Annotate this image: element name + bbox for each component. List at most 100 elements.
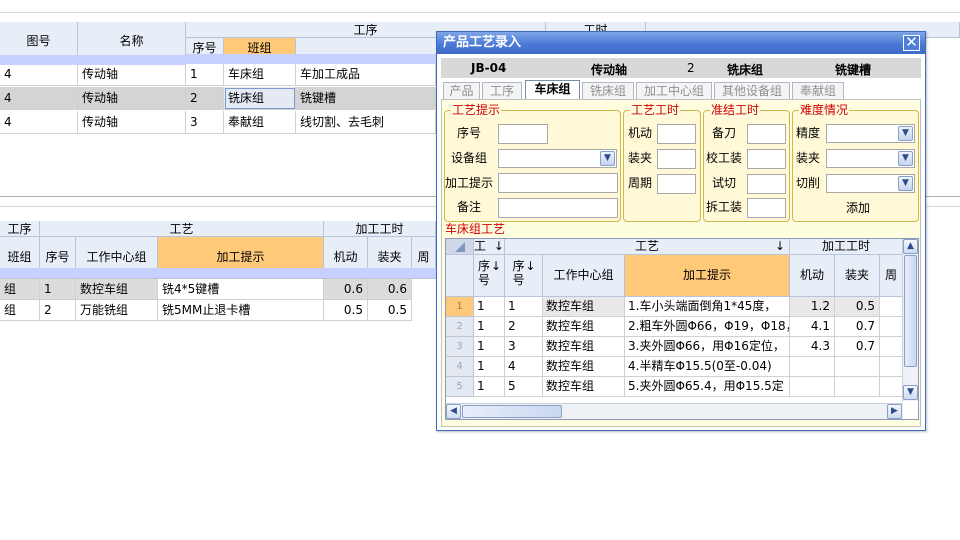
cell-clamp: 0.7 bbox=[835, 317, 880, 337]
cell-team: 组 bbox=[0, 300, 40, 321]
info-drawing: JB-04 bbox=[471, 61, 507, 75]
header-filter-band bbox=[0, 268, 436, 278]
process-hours-group: 工艺工时 机动 装夹 周期 bbox=[623, 103, 701, 222]
equip-group-select[interactable]: ▼ bbox=[498, 149, 617, 168]
group-title: 准结工时 bbox=[710, 103, 761, 117]
cell-cycle bbox=[880, 317, 903, 337]
arrow-right-icon[interactable]: ▶ bbox=[887, 404, 902, 419]
col-machine[interactable]: 机动 bbox=[790, 255, 835, 297]
cell-clamp: 0.5 bbox=[368, 300, 412, 321]
sort-arrow-icon: ↓ bbox=[493, 239, 504, 253]
col-group-hours: 加工工时 bbox=[790, 239, 903, 255]
cell-wcg: 万能铣组 bbox=[76, 300, 158, 321]
group-title: 工艺工时 bbox=[630, 103, 681, 117]
cell-machine: 1.2 bbox=[790, 297, 835, 317]
cell-cycle bbox=[880, 337, 903, 357]
col-clamp[interactable]: 装夹 bbox=[835, 255, 880, 297]
cell-seq: 5 bbox=[505, 377, 543, 397]
sort-arrow-icon: ↓ bbox=[490, 259, 502, 273]
cell-machine: 0.5 bbox=[324, 300, 368, 321]
tab-dedication-group[interactable]: 奉献组 bbox=[792, 82, 844, 100]
row-number[interactable]: 5 bbox=[446, 377, 474, 397]
cell-name: 传动轴 bbox=[78, 63, 186, 86]
col-work-center-group[interactable]: 工作中心组 bbox=[543, 255, 625, 297]
sort-arrow-icon: ↓ bbox=[774, 239, 785, 253]
tool-prep-input[interactable] bbox=[747, 124, 786, 144]
lathe-group-panel: 工艺提示 序号 设备组 ▼ 加工提示 备注 工艺工时 机动 装夹 周期 准结工时… bbox=[441, 99, 921, 427]
label-note: 备注 bbox=[457, 200, 482, 214]
cutting-select[interactable]: ▼ bbox=[826, 174, 915, 193]
row-header-corner bbox=[446, 255, 474, 297]
trial-cut-input[interactable] bbox=[747, 174, 786, 194]
tab-other-equipment-group[interactable]: 其他设备组 bbox=[714, 82, 790, 100]
tab-process[interactable]: 工序 bbox=[482, 82, 522, 100]
close-icon[interactable]: ✕ bbox=[903, 35, 920, 51]
tab-lathe-group[interactable]: 车床组 bbox=[525, 80, 580, 100]
cell-desc: 线切割、去毛刺 bbox=[296, 111, 436, 134]
label-fixture-calib: 校工装 bbox=[706, 151, 743, 165]
label-machine: 机动 bbox=[628, 126, 653, 140]
label-cycle: 周期 bbox=[628, 176, 653, 190]
col-process-hint[interactable]: 加工提示 bbox=[625, 255, 790, 297]
clamp-difficulty-select[interactable]: ▼ bbox=[826, 149, 915, 168]
col-process-seq[interactable]: 序号↓ bbox=[474, 255, 505, 297]
col-group-craft: 工艺 bbox=[40, 221, 324, 237]
cell-hint: 2.粗车外圆Φ66，Φ19，Φ18， bbox=[625, 317, 790, 337]
cell-machine: 4.1 bbox=[790, 317, 835, 337]
col-seq[interactable]: 序号↓ bbox=[505, 255, 543, 297]
fixture-calib-input[interactable] bbox=[747, 149, 786, 169]
vertical-scrollbar[interactable]: ▲ ▼ bbox=[902, 239, 918, 401]
info-desc: 铣键槽 bbox=[835, 63, 872, 77]
row-number[interactable]: 2 bbox=[446, 317, 474, 337]
chevron-down-icon[interactable]: ▼ bbox=[898, 151, 913, 166]
col-process-seq-label: 序号 bbox=[477, 259, 490, 287]
cell-seq: 1 bbox=[186, 63, 224, 86]
note-input[interactable] bbox=[498, 198, 618, 218]
chevron-down-icon[interactable]: ▼ bbox=[898, 176, 913, 191]
record-summary-bar: JB-04 传动轴 2 铣床组 铣键槽 bbox=[441, 58, 921, 78]
precision-select[interactable]: ▼ bbox=[826, 124, 915, 143]
cell-hint: 5.夹外圆Φ65.4，用Φ15.5定 bbox=[625, 377, 790, 397]
cell-cycle bbox=[880, 297, 903, 317]
horizontal-scroll-thumb[interactable] bbox=[462, 405, 562, 418]
clamp-time-input[interactable] bbox=[657, 149, 696, 169]
machine-time-input[interactable] bbox=[657, 124, 696, 144]
arrow-down-icon[interactable]: ▼ bbox=[903, 385, 918, 400]
col-group-craft[interactable]: 工艺 ↓ bbox=[505, 239, 790, 255]
label-trial-cut: 试切 bbox=[712, 176, 737, 190]
cell-wcg: 数控车组 bbox=[543, 377, 625, 397]
horizontal-scrollbar[interactable]: ◀ ▶ bbox=[446, 403, 903, 419]
tab-product[interactable]: 产品 bbox=[443, 82, 480, 100]
col-group-process[interactable]: 工 ↓ bbox=[474, 239, 505, 255]
chevron-down-icon[interactable]: ▼ bbox=[898, 126, 913, 141]
cell-machine: 0.6 bbox=[324, 279, 368, 300]
add-button[interactable]: 添加 bbox=[833, 199, 883, 217]
cell-process-seq: 1 bbox=[474, 377, 505, 397]
col-cycle[interactable]: 周 bbox=[880, 255, 903, 297]
cycle-time-input[interactable] bbox=[657, 174, 696, 194]
corner-cell[interactable] bbox=[446, 239, 474, 255]
tab-machining-center-group[interactable]: 加工中心组 bbox=[636, 82, 712, 100]
cell-team-focused[interactable]: 铣床组 bbox=[224, 87, 296, 110]
row-number[interactable]: 3 bbox=[446, 337, 474, 357]
cell-hint: 3.夹外圆Φ66，用Φ16定位， bbox=[625, 337, 790, 357]
cell-machine bbox=[790, 377, 835, 397]
fixture-remove-input[interactable] bbox=[747, 198, 786, 218]
tab-milling-group[interactable]: 铣床组 bbox=[582, 82, 634, 100]
arrow-left-icon[interactable]: ◀ bbox=[446, 404, 461, 419]
seq-input[interactable] bbox=[498, 124, 548, 144]
chevron-down-icon[interactable]: ▼ bbox=[600, 151, 615, 166]
cell-hint: 1.车小头端面倒角1*45度， bbox=[625, 297, 790, 317]
row-number[interactable]: 4 bbox=[446, 357, 474, 377]
dialog-title-bar[interactable]: 产品工艺录入 bbox=[437, 32, 925, 54]
cell-seq: 2 bbox=[505, 317, 543, 337]
row-number[interactable]: 1 bbox=[446, 297, 474, 317]
process-hint-group: 工艺提示 序号 设备组 ▼ 加工提示 备注 bbox=[444, 103, 621, 222]
cell-clamp: 0.5 bbox=[835, 297, 880, 317]
lathe-craft-grid: 工 ↓ 工艺 ↓ 加工工时 序号↓ 序号↓ 工作中心组 加工提示 机动 装夹 周 bbox=[445, 238, 919, 420]
process-hint-input[interactable] bbox=[498, 173, 618, 193]
prep-hours-group: 准结工时 备刀 校工装 试切 拆工装 bbox=[703, 103, 790, 222]
arrow-up-icon[interactable]: ▲ bbox=[903, 239, 918, 254]
cell-machine bbox=[790, 357, 835, 377]
vertical-scroll-thumb[interactable] bbox=[904, 255, 917, 367]
